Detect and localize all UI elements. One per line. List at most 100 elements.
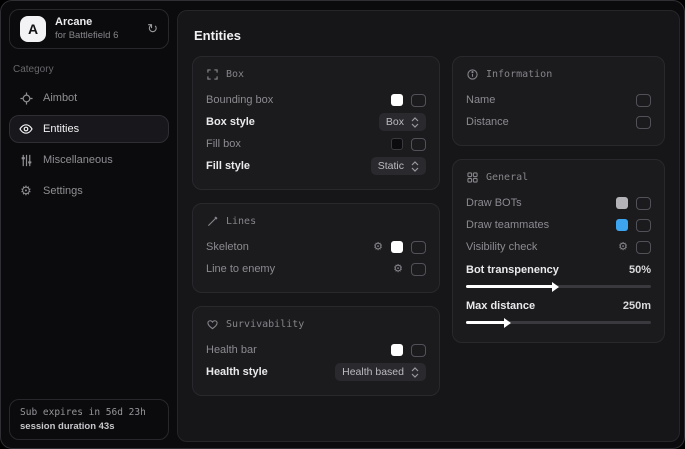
- slider-value: 50%: [629, 264, 651, 276]
- setting-label: Bounding box: [206, 94, 273, 106]
- draw-teammates-checkbox[interactable]: [636, 219, 651, 232]
- slider-value: 250m: [623, 300, 651, 312]
- fill-box-checkbox[interactable]: [411, 138, 426, 151]
- distance-checkbox[interactable]: [636, 116, 651, 129]
- slider-thumb[interactable]: [504, 318, 511, 328]
- chevron-updown-icon: [411, 161, 419, 172]
- gear-icon: ⚙: [19, 184, 33, 198]
- setting-row-health-style: Health style Health based: [206, 361, 426, 383]
- draw-bots-checkbox[interactable]: [636, 197, 651, 210]
- setting-row-line-to-enemy: Line to enemy ⚙: [206, 258, 426, 280]
- category-label: Category: [13, 64, 165, 75]
- setting-row-draw-bots: Draw BOTs: [466, 192, 651, 214]
- color-swatch[interactable]: [616, 219, 628, 231]
- setting-label: Distance: [466, 116, 509, 128]
- setting-label: Line to enemy: [206, 263, 275, 275]
- gear-icon[interactable]: ⚙: [373, 242, 383, 253]
- max-distance-slider[interactable]: [466, 321, 651, 324]
- setting-row-bounding-box: Bounding box: [206, 89, 426, 111]
- setting-row-fill-style: Fill style Static: [206, 155, 426, 177]
- subscription-info: Sub expires in 56d 23h session duration …: [9, 399, 169, 440]
- session-duration-text: session duration 43s: [20, 421, 158, 432]
- setting-label: Health bar: [206, 344, 257, 356]
- crosshair-icon: [19, 91, 33, 105]
- bot-transparency-slider[interactable]: [466, 285, 651, 288]
- heart-icon: [206, 318, 218, 330]
- sidebar-item-settings[interactable]: ⚙ Settings: [9, 177, 169, 205]
- health-bar-checkbox[interactable]: [411, 344, 426, 357]
- grid-icon: [466, 171, 478, 183]
- slider-label: Bot transpenency: [466, 264, 559, 276]
- card-box: Box Bounding box Box style Box: [192, 56, 440, 190]
- brand-avatar: A: [20, 16, 46, 42]
- brand-text: Arcane for Battlefield 6: [55, 16, 118, 42]
- card-lines-header: Lines: [206, 215, 426, 227]
- setting-row-visibility-check: Visibility check ⚙: [466, 236, 651, 258]
- setting-row-draw-teammates: Draw teammates: [466, 214, 651, 236]
- skeleton-checkbox[interactable]: [411, 241, 426, 254]
- bot-transparency-slider-group: Bot transpenency 50%: [466, 261, 651, 288]
- setting-row-health-bar: Health bar: [206, 339, 426, 361]
- setting-label: Box style: [206, 116, 255, 128]
- eye-icon: [19, 122, 33, 136]
- sidebar-item-label: Aimbot: [43, 92, 77, 104]
- main-panel: Entities Box Bounding box: [177, 10, 680, 442]
- card-information-header: Information: [466, 68, 651, 80]
- gear-icon[interactable]: ⚙: [618, 242, 628, 253]
- color-swatch[interactable]: [616, 197, 628, 209]
- box-style-dropdown[interactable]: Box: [379, 113, 426, 131]
- card-lines: Lines Skeleton ⚙ Line to enemy ⚙: [192, 203, 440, 293]
- setting-label: Skeleton: [206, 241, 249, 253]
- color-swatch[interactable]: [391, 138, 403, 150]
- health-style-dropdown[interactable]: Health based: [335, 363, 426, 381]
- setting-label: Fill style: [206, 160, 250, 172]
- setting-row-distance: Distance: [466, 111, 651, 133]
- max-distance-slider-group: Max distance 250m: [466, 297, 651, 324]
- sidebar-item-entities[interactable]: Entities: [9, 115, 169, 143]
- setting-row-skeleton: Skeleton ⚙: [206, 236, 426, 258]
- setting-label: Visibility check: [466, 241, 537, 253]
- card-title: Information: [486, 69, 552, 80]
- setting-row-fill-box: Fill box: [206, 133, 426, 155]
- visibility-check-checkbox[interactable]: [636, 241, 651, 254]
- color-swatch[interactable]: [391, 241, 403, 253]
- sliders-icon: [19, 153, 33, 167]
- setting-label: Health style: [206, 366, 268, 378]
- sidebar-item-label: Settings: [43, 185, 83, 197]
- card-title: General: [486, 172, 528, 183]
- sidebar: A Arcane for Battlefield 6 ↻ Category Ai…: [1, 1, 177, 448]
- slider-label: Max distance: [466, 300, 535, 312]
- card-survivability: Survivability Health bar Health style: [192, 306, 440, 396]
- color-swatch[interactable]: [391, 344, 403, 356]
- brand-subtitle: for Battlefield 6: [55, 30, 118, 42]
- card-information: Information Name Distance: [452, 56, 665, 146]
- setting-label: Draw BOTs: [466, 197, 522, 209]
- sidebar-item-label: Entities: [43, 123, 79, 135]
- frame-corners-icon: [206, 68, 218, 80]
- setting-label: Draw teammates: [466, 219, 549, 231]
- fill-style-dropdown[interactable]: Static: [371, 157, 426, 175]
- dropdown-value: Static: [378, 160, 404, 172]
- setting-row-box-style: Box style Box: [206, 111, 426, 133]
- sub-expiry-text: Sub expires in 56d 23h: [20, 407, 158, 418]
- card-box-header: Box: [206, 68, 426, 80]
- card-title: Survivability: [226, 319, 304, 330]
- card-title: Lines: [226, 216, 256, 227]
- setting-label: Name: [466, 94, 495, 106]
- sidebar-item-aimbot[interactable]: Aimbot: [9, 84, 169, 112]
- sidebar-item-miscellaneous[interactable]: Miscellaneous: [9, 146, 169, 174]
- dropdown-value: Health based: [342, 366, 404, 378]
- color-swatch[interactable]: [391, 94, 403, 106]
- slider-thumb[interactable]: [552, 282, 559, 292]
- card-general: General Draw BOTs Draw teammates: [452, 159, 665, 343]
- bounding-box-checkbox[interactable]: [411, 94, 426, 107]
- brand-name: Arcane: [55, 16, 118, 30]
- sync-icon[interactable]: ↻: [147, 21, 158, 37]
- sidebar-item-label: Miscellaneous: [43, 154, 113, 166]
- line-to-enemy-checkbox[interactable]: [411, 263, 426, 276]
- pencil-line-icon: [206, 215, 218, 227]
- card-general-header: General: [466, 171, 651, 183]
- gear-icon[interactable]: ⚙: [393, 264, 403, 275]
- name-checkbox[interactable]: [636, 94, 651, 107]
- info-icon: [466, 68, 478, 80]
